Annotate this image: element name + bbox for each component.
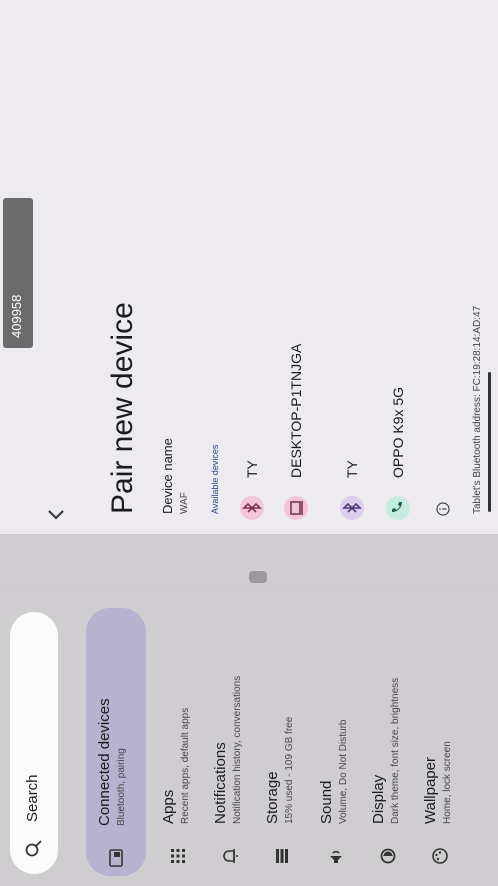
available-devices-header: Available devices [210,444,220,514]
screen: Search Connected devices Bluetooth, pair… [0,0,498,886]
device-label: OPPO K9x 5G [390,386,406,478]
display-icon [380,848,396,864]
page-title: Pair new device [106,302,139,514]
nav-item-apps[interactable]: Apps Recent apps, default apps [152,606,204,874]
nav-item-title: Display [370,774,387,824]
bluetooth-icon [340,496,364,520]
search-bar[interactable]: Search [10,612,58,874]
apps-grid-icon [171,849,185,863]
status-bar: 409958 [0,0,33,534]
nav-item-display[interactable]: Display Dark theme, font size, brightnes… [362,606,414,874]
device-name-label: Device name [160,438,175,514]
device-name-row[interactable]: Device name WAF [160,438,190,514]
nav-item-title: Wallpaper [422,757,439,824]
nav-item-subtitle: Recent apps, default apps [180,707,191,824]
nav-item-subtitle: 15% used - 109 GB free [284,716,295,824]
sound-icon [330,850,342,863]
computer-icon [284,496,308,520]
nav-item-notifications[interactable]: Notifications Notification history, conv… [204,606,256,874]
device-name-value: WAF [179,492,190,514]
nav-item-title: Sound [318,780,335,824]
device-label: TY [244,460,260,478]
nav-item-title: Connected devices [96,698,113,826]
device-item[interactable]: TY [236,20,274,520]
search-icon [25,840,42,857]
device-item[interactable]: TY [336,20,374,520]
nav-item-connected-devices[interactable]: Connected devices Bluetooth, pairing [86,608,146,876]
bell-icon [223,849,238,863]
nav-item-subtitle: Dark theme, font size, brightness [390,677,401,824]
notification-pill: 409958 [3,198,33,348]
nav-item-title: Storage [264,771,281,824]
device-label: TY [344,460,360,478]
nav-item-sound[interactable]: Sound Volume, Do Not Disturb [310,606,362,874]
nav-item-subtitle: Home, lock screen [442,741,453,824]
nav-item-title: Notifications [212,742,229,824]
pane-divider[interactable] [0,537,498,583]
divider-handle[interactable] [249,571,267,583]
nav-item-subtitle: Volume, Do Not Disturb [338,719,349,825]
phone-icon [386,496,410,520]
device-item[interactable]: OPPO K9x 5G [382,20,420,520]
storage-icon [276,849,288,863]
devices-icon [109,849,123,867]
bluetooth-address: Tablet's Bluetooth address: FC:19:28:14:… [472,305,483,514]
wallpaper-icon [432,848,448,864]
nav-item-storage[interactable]: Storage 15% used - 109 GB free [256,606,308,874]
settings-nav: Search Connected devices Bluetooth, pair… [0,586,498,886]
device-label: DESKTOP-P1TNJGA [288,343,304,478]
detail-pane: 409958 Pair new device Device name WAF A… [0,0,498,534]
nav-item-subtitle: Notification history, conversations [232,675,243,824]
gesture-nav-bar[interactable] [488,372,491,512]
nav-item-subtitle: Bluetooth, pairing [116,748,127,826]
status-text: 409958 [9,294,24,338]
search-label: Search [24,774,41,822]
nav-item-wallpaper[interactable]: Wallpaper Home, lock screen [414,606,466,874]
bluetooth-icon [240,496,264,520]
info-icon [436,502,450,516]
back-arrow-icon[interactable] [44,502,68,526]
device-item[interactable]: DESKTOP-P1TNJGA [280,20,318,520]
nav-item-title: Apps [160,789,177,824]
